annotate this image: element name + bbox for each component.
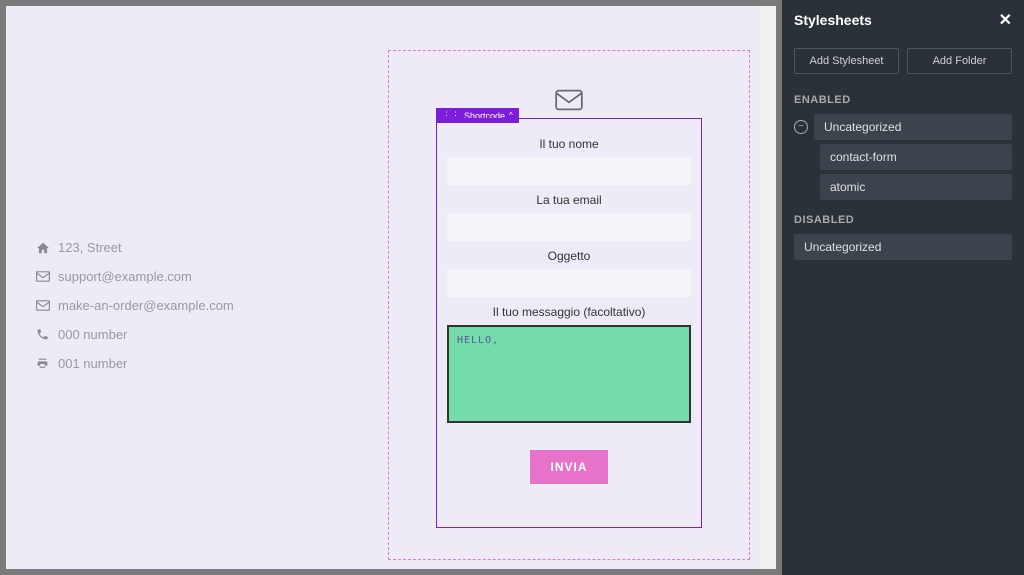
envelope-icon: [36, 271, 58, 282]
enabled-section-label: ENABLED: [794, 94, 1012, 106]
contact-address: 123, Street: [58, 240, 122, 255]
stylesheets-panel: Stylesheets ✕ Add Stylesheet Add Folder …: [782, 0, 1024, 575]
home-icon: [36, 241, 58, 255]
fax-icon: [36, 357, 58, 370]
subject-label: Oggetto: [437, 249, 701, 263]
editor-canvas: 123, Street support@example.com make-an-…: [6, 6, 776, 569]
contact-phone-row: 000 number: [36, 327, 366, 342]
stylesheet-item[interactable]: atomic: [820, 174, 1012, 200]
envelope-icon: [36, 300, 58, 311]
contact-address-row: 123, Street: [36, 240, 366, 255]
message-label: Il tuo messaggio (facoltativo): [437, 305, 701, 319]
close-icon[interactable]: ✕: [999, 10, 1012, 30]
name-input[interactable]: [447, 157, 691, 185]
disabled-folder[interactable]: Uncategorized: [794, 234, 1012, 260]
panel-title: Stylesheets: [794, 12, 872, 28]
name-label: Il tuo nome: [437, 137, 701, 151]
contact-order-row: make-an-order@example.com: [36, 298, 366, 313]
contact-support-row: support@example.com: [36, 269, 366, 284]
enabled-folder-row[interactable]: − Uncategorized: [794, 114, 1012, 140]
contact-order-email: make-an-order@example.com: [58, 298, 234, 313]
contact-support-email: support@example.com: [58, 269, 192, 284]
collapse-icon[interactable]: −: [794, 120, 808, 134]
contact-fax: 001 number: [58, 356, 127, 371]
canvas-scrollbar[interactable]: [760, 6, 776, 569]
contact-fax-row: 001 number: [36, 356, 366, 371]
contact-phone: 000 number: [58, 327, 127, 342]
email-label: La tua email: [437, 193, 701, 207]
enabled-folder[interactable]: Uncategorized: [814, 114, 1012, 140]
add-folder-button[interactable]: Add Folder: [907, 48, 1012, 74]
subject-input[interactable]: [447, 269, 691, 297]
contact-info-block: 123, Street support@example.com make-an-…: [36, 240, 366, 385]
stylesheet-item[interactable]: contact-form: [820, 144, 1012, 170]
submit-button[interactable]: INVIA: [530, 450, 607, 484]
message-textarea[interactable]: [447, 325, 691, 423]
disabled-section-label: DISABLED: [794, 214, 1012, 226]
contact-form-element[interactable]: Il tuo nome La tua email Oggetto Il tuo …: [436, 118, 702, 528]
email-input[interactable]: [447, 213, 691, 241]
phone-icon: [36, 328, 58, 341]
add-stylesheet-button[interactable]: Add Stylesheet: [794, 48, 899, 74]
